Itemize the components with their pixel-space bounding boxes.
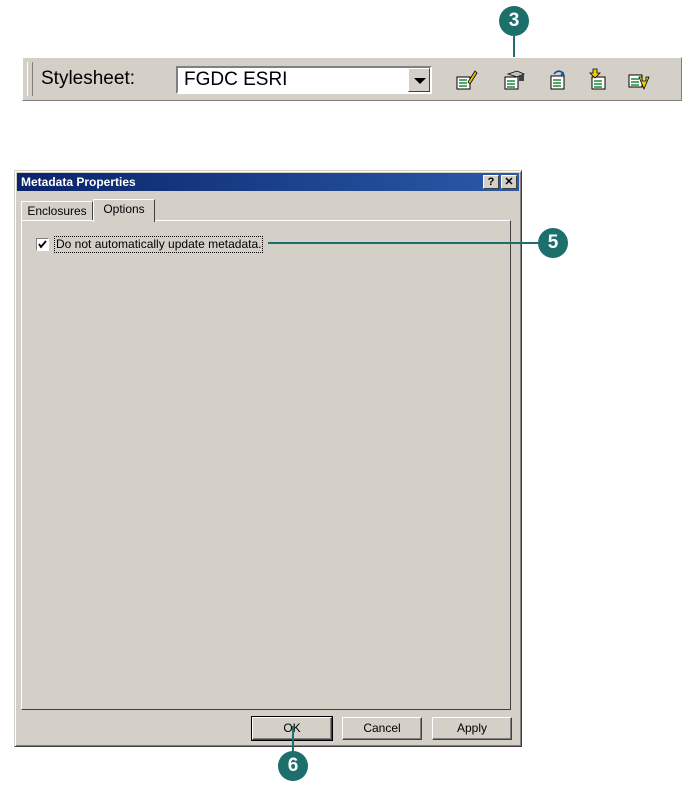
callout-step-5: 5 — [538, 228, 568, 258]
callout-step-3: 3 — [499, 6, 529, 36]
metadata-properties-icon[interactable] — [502, 68, 526, 92]
do-not-update-label[interactable]: Do not automatically update metadata. — [53, 236, 264, 253]
create-update-metadata-icon[interactable] — [546, 68, 570, 92]
toolbar-grip-handle[interactable] — [27, 62, 33, 96]
help-button[interactable]: ? — [483, 175, 499, 189]
apply-button[interactable]: Apply — [432, 717, 512, 740]
import-metadata-icon[interactable] — [586, 68, 610, 92]
dialog-titlebar[interactable]: Metadata Properties ? ✕ — [17, 173, 519, 191]
stylesheet-toolbar: Stylesheet: FGDC ESRI — [22, 57, 682, 101]
stylesheet-label: Stylesheet: — [41, 68, 135, 89]
do-not-update-checkbox[interactable] — [36, 238, 49, 251]
metadata-properties-dialog: Metadata Properties ? ✕ Enclosures Optio… — [14, 170, 522, 747]
stylesheet-selected-value: FGDC ESRI — [184, 69, 288, 90]
edit-metadata-icon[interactable] — [454, 68, 478, 92]
close-button[interactable]: ✕ — [501, 175, 517, 189]
callout-step-6: 6 — [278, 751, 308, 781]
checkmark-icon — [38, 240, 47, 249]
options-tab-panel: Do not automatically update metadata. — [21, 220, 511, 710]
stylesheet-dropdown[interactable]: FGDC ESRI — [176, 66, 432, 94]
export-metadata-icon[interactable] — [626, 68, 650, 92]
tab-enclosures[interactable]: Enclosures — [21, 201, 93, 221]
tab-options[interactable]: Options — [93, 199, 155, 222]
callout-5-leader — [268, 242, 540, 244]
chevron-down-icon[interactable] — [408, 68, 430, 92]
dialog-title: Metadata Properties — [21, 175, 136, 189]
cancel-button[interactable]: Cancel — [342, 717, 422, 740]
